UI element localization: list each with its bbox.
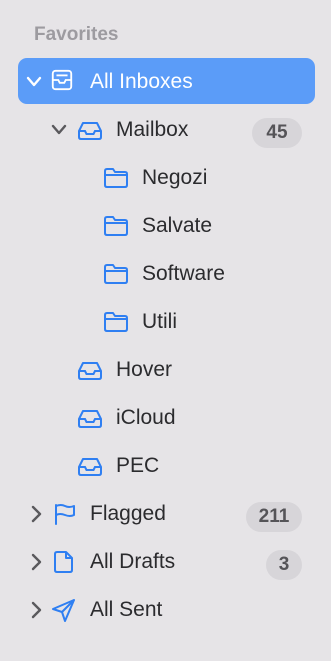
sidebar-item-all-sent[interactable]: All Sent: [0, 586, 331, 634]
sidebar-item-label: Software: [142, 262, 225, 285]
inbox-icon: [78, 122, 102, 140]
section-title-favorites: Favorites: [34, 24, 119, 45]
sidebar-item-mailbox[interactable]: Mailbox 45: [0, 106, 331, 154]
folder-icon: [104, 168, 128, 188]
sidebar-item-pec[interactable]: PEC: [0, 442, 331, 490]
sidebar-item-label: All Sent: [90, 598, 163, 621]
sidebar-item-label: Hover: [116, 358, 173, 381]
sidebar-item-all-inboxes[interactable]: All Inboxes: [0, 58, 331, 106]
inbox-icon: [78, 362, 102, 380]
folder-icon: [104, 216, 128, 236]
chevron-down-icon[interactable]: [51, 120, 67, 140]
chevron-right-icon[interactable]: [28, 504, 44, 524]
inbox-tray-icon: [51, 69, 73, 91]
sidebar-item-label: Flagged: [90, 502, 166, 525]
document-icon: [54, 551, 73, 573]
sidebar-item-salvate[interactable]: Salvate: [0, 202, 331, 250]
chevron-right-icon[interactable]: [28, 552, 44, 572]
sidebar-item-label: Salvate: [142, 214, 213, 237]
chevron-down-icon[interactable]: [26, 72, 42, 92]
sidebar-item-label: PEC: [116, 454, 160, 477]
folder-icon: [104, 312, 128, 332]
sidebar-item-label: Negozi: [142, 166, 208, 189]
sidebar-item-software[interactable]: Software: [0, 250, 331, 298]
sidebar-item-all-drafts[interactable]: All Drafts 3: [0, 538, 331, 586]
sidebar-item-label: All Drafts: [90, 550, 176, 573]
folder-icon: [104, 264, 128, 284]
flag-icon: [55, 504, 75, 525]
unread-count-badge: 45: [252, 118, 302, 148]
inbox-icon: [78, 458, 102, 476]
sidebar-item-utili[interactable]: Utili: [0, 298, 331, 346]
sidebar-item-label: All Inboxes: [90, 70, 193, 93]
sidebar-item-label: iCloud: [116, 406, 176, 429]
flagged-count-badge: 211: [246, 502, 302, 532]
sidebar-item-label: Mailbox: [116, 118, 189, 141]
sidebar-item-flagged[interactable]: Flagged 211: [0, 490, 331, 538]
drafts-count-badge: 3: [266, 550, 302, 580]
sidebar-item-icloud[interactable]: iCloud: [0, 394, 331, 442]
sidebar-item-negozi[interactable]: Negozi: [0, 154, 331, 202]
sidebar-item-hover[interactable]: Hover: [0, 346, 331, 394]
inbox-icon: [78, 410, 102, 428]
sidebar-item-label: Utili: [142, 310, 177, 333]
paper-plane-icon: [52, 599, 75, 622]
mail-sidebar: Favorites All Inboxes Mailbox 45 Negozi: [0, 0, 331, 661]
chevron-right-icon[interactable]: [28, 600, 44, 620]
